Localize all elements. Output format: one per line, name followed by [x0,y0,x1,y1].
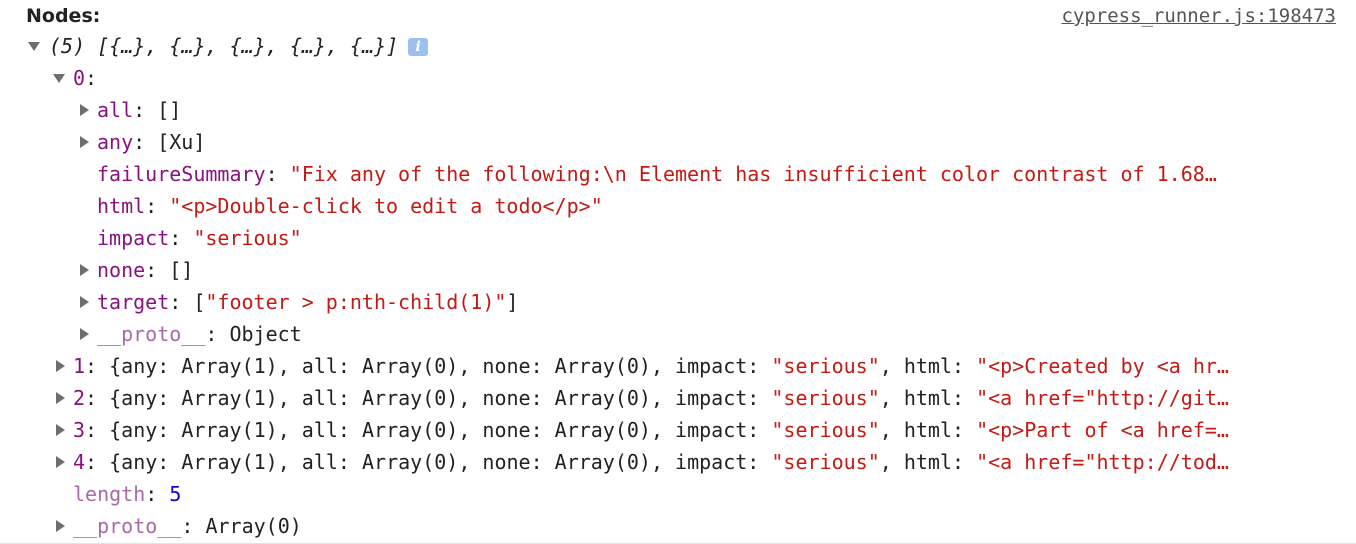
node-index: 3 [73,418,86,442]
collapsed-arrow-icon[interactable] [56,520,65,532]
collapsed-arrow-icon[interactable] [80,104,89,116]
property-value: "<p>Double-click to edit a todo</p>" [169,194,603,218]
property-value: [Xu] [157,130,206,154]
property-row-target[interactable]: target: ["footer > p:nth-child(1)"] [0,286,1356,318]
property-row-none[interactable]: none: [] [0,254,1356,286]
node-3-row[interactable]: 3: {any: Array(1), all: Array(0), none: … [0,414,1356,446]
property-key: html [97,194,146,218]
array-preview: [{…}, {…}, {…}, {…}, {…}] [97,34,399,58]
html-value: "<p>Part of <a href=… [976,418,1229,442]
collapsed-arrow-icon[interactable] [80,264,89,276]
collapsed-arrow-icon[interactable] [80,296,89,308]
property-row-proto[interactable]: __proto__: Object [0,318,1356,350]
property-row-all[interactable]: all: [] [0,94,1356,126]
log-label: Nodes: [26,5,101,27]
html-value: "<p>Created by <a hr… [976,354,1229,378]
collapsed-arrow-icon[interactable] [56,456,65,468]
html-value: "<a href="http://tod… [976,450,1229,474]
array-summary-row[interactable]: (5) [{…}, {…}, {…}, {…}, {…}] i [0,30,1356,62]
collapsed-arrow-icon[interactable] [56,392,65,404]
array-count: (5) [49,34,86,58]
html-value: "<a href="http://git… [976,386,1229,410]
property-value: "serious" [193,226,302,250]
impact-value: "serious" [771,354,880,378]
property-value: [] [157,98,182,122]
info-icon[interactable]: i [408,38,429,56]
node-index: 2 [73,386,86,410]
property-value: "Fix any of the following:\n Element has… [289,162,1217,186]
property-key: failureSummary [97,162,266,186]
impact-value: "serious" [771,418,880,442]
node-0-row[interactable]: 0: [0,62,1356,94]
property-value: Array(0) [205,514,302,538]
collapsed-arrow-icon[interactable] [56,360,65,372]
array-proto-row[interactable]: __proto__: Array(0) [0,510,1356,542]
property-value: Object [229,322,302,346]
impact-value: "serious" [771,386,880,410]
node-index: 1 [73,354,86,378]
node-index: 4 [73,450,86,474]
property-key: any [97,130,134,154]
property-key: all [97,98,134,122]
property-row-any[interactable]: any: [Xu] [0,126,1356,158]
node-2-row[interactable]: 2: {any: Array(1), all: Array(0), none: … [0,382,1356,414]
property-row-failure-summary: failureSummary: "Fix any of the followin… [97,162,1217,186]
property-value: "footer > p:nth-child(1)" [205,290,507,314]
length-value: 5 [169,482,182,506]
property-row-html: html: "<p>Double-click to edit a todo</p… [97,194,603,218]
node-index: 0 [73,66,86,90]
node-4-row[interactable]: 4: {any: Array(1), all: Array(0), none: … [0,446,1356,478]
console-header: Nodes: cypress_runner.js:198473 [0,0,1356,32]
property-key: __proto__ [73,514,182,538]
expand-arrow-icon[interactable] [28,42,40,51]
collapsed-arrow-icon[interactable] [80,136,89,148]
length-row: length: 5 [73,482,182,506]
source-link[interactable]: cypress_runner.js:198473 [1061,0,1336,32]
property-key: target [97,290,170,314]
collapsed-arrow-icon[interactable] [56,424,65,436]
collapsed-arrow-icon[interactable] [80,328,89,340]
property-key: length [73,482,146,506]
property-key: none [97,258,146,282]
impact-value: "serious" [771,450,880,474]
property-value: [] [169,258,194,282]
property-key: impact [97,226,170,250]
property-row-impact: impact: "serious" [97,226,302,250]
node-1-row[interactable]: 1: {any: Array(1), all: Array(0), none: … [0,350,1356,382]
property-key: __proto__ [97,322,206,346]
expand-arrow-icon[interactable] [53,74,65,83]
